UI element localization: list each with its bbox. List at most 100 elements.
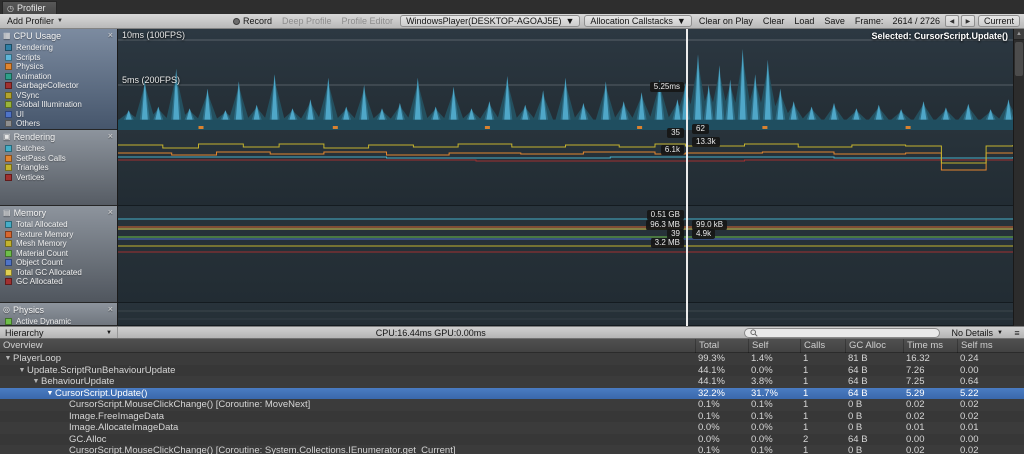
legend-item-triangles[interactable]: Triangles <box>5 163 115 173</box>
legend-label: Mesh Memory <box>16 239 67 249</box>
next-frame-button[interactable]: ▶ <box>960 15 975 27</box>
charts-scrollbar[interactable]: ▲ <box>1013 29 1024 326</box>
legend-item-active-dynamic[interactable]: Active Dynamic <box>5 317 115 326</box>
legend-item-others[interactable]: Others <box>5 119 115 129</box>
legend-item-setpass-calls[interactable]: SetPass Calls <box>5 154 115 164</box>
table-row[interactable]: Image.FreeImageData 0.1% 0.1% 1 0 B 0.02 0.02 <box>0 410 1024 423</box>
module-physics[interactable]: ◎ Physics × Active Dynamic <box>0 303 117 326</box>
module-title: Memory <box>13 207 47 218</box>
cell-calls: 1 <box>803 410 809 422</box>
table-row[interactable]: CursorScript.MouseClickChange() [Corouti… <box>0 399 1024 411</box>
table-row[interactable]: ▼ PlayerLoop 99.3% 1.4% 1 81 B 16.32 0.24 <box>0 353 1024 365</box>
search-input[interactable] <box>760 327 934 338</box>
table-row[interactable]: CursorScript.MouseClickChange() [Corouti… <box>0 445 1024 454</box>
table-row[interactable]: Image.AllocateImageData 0.0% 0.0% 1 0 B 0.01 0… <box>0 422 1024 434</box>
legend-swatch <box>5 110 12 118</box>
chart-value-pill: 13.3k <box>692 137 720 147</box>
close-icon[interactable]: × <box>108 132 113 141</box>
rendering-chart[interactable] <box>118 130 1013 206</box>
legend-item-object-count[interactable]: Object Count <box>5 258 115 268</box>
view-mode-dropdown[interactable]: Hierarchy ▼ <box>0 327 118 338</box>
clear-on-play-button[interactable]: Clear on Play <box>694 14 758 28</box>
legend-item-scripts[interactable]: Scripts <box>5 53 115 63</box>
table-row[interactable]: ▼ Update.ScriptRunBehaviourUpdate 44.1% 0.0… <box>0 364 1024 377</box>
current-frame-button[interactable]: Current <box>977 15 1020 27</box>
expander-icon[interactable]: ▼ <box>17 365 27 377</box>
chart-value-pill: 62 <box>692 124 709 134</box>
clear-button[interactable]: Clear <box>758 14 790 28</box>
allocation-callstacks-dropdown[interactable]: Allocation Callstacks ▼ <box>584 15 692 27</box>
add-profiler-dropdown[interactable]: Add Profiler ▼ <box>2 14 68 28</box>
close-icon[interactable]: × <box>108 208 113 217</box>
prev-frame-button[interactable]: ◀ <box>944 15 959 27</box>
selected-frame-line[interactable] <box>686 29 688 326</box>
legend-item-vsync[interactable]: VSync <box>5 91 115 101</box>
scrollbar-thumb[interactable] <box>1015 42 1023 76</box>
cell-calls: 1 <box>803 399 809 410</box>
charts-area[interactable]: 10ms (100FPS) 5ms (200FPS) Selected: Cur… <box>118 29 1024 326</box>
close-icon[interactable]: × <box>108 31 113 40</box>
legend-item-material-count[interactable]: Material Count <box>5 249 115 259</box>
module-rendering[interactable]: ▣ Rendering × Batches SetPass Calls Triangles… <box>0 130 117 206</box>
legend-item-physics[interactable]: Physics <box>5 62 115 72</box>
legend-item-texture-memory[interactable]: Texture Memory <box>5 230 115 240</box>
profile-editor-button[interactable]: Profile Editor <box>337 14 399 28</box>
legend-item-garbagecollector[interactable]: GarbageCollector <box>5 81 115 91</box>
legend-item-global-illumination[interactable]: Global Illumination <box>5 100 115 110</box>
legend-item-total-allocated[interactable]: Total Allocated <box>5 220 115 230</box>
legend-cpu: Rendering Scripts Physics Animation GarbageC… <box>0 42 117 129</box>
legend-item-animation[interactable]: Animation <box>5 72 115 82</box>
legend-item-total-gc-allocated[interactable]: Total GC Allocated <box>5 268 115 278</box>
cell-self-ms: 0.24 <box>960 353 979 364</box>
hierarchy-header-row[interactable]: Overview Total Self Calls GC Alloc Time ms Sel… <box>0 339 1024 353</box>
memory-chart[interactable] <box>118 206 1013 303</box>
table-row[interactable]: ▼ BehaviourUpdate 44.1% 3.8% 1 64 B 7.25 0.64 <box>0 376 1024 388</box>
cpu-usage-chart[interactable] <box>118 29 1013 130</box>
load-button[interactable]: Load <box>789 14 819 28</box>
legend-item-ui[interactable]: UI <box>5 110 115 120</box>
chart-value-pill: 6.1k <box>660 145 684 155</box>
row-name: Image.FreeImageData <box>0 411 695 423</box>
legend-item-mesh-memory[interactable]: Mesh Memory <box>5 239 115 249</box>
column-header-total[interactable]: Total <box>695 339 748 353</box>
column-header-gc-alloc[interactable]: GC Alloc <box>845 339 903 353</box>
module-memory[interactable]: ▤ Memory × Total Allocated Texture Memory Mes… <box>0 206 117 303</box>
column-header-overview[interactable]: Overview <box>0 339 695 353</box>
details-mode-dropdown[interactable]: No Details ▼ <box>945 327 1010 338</box>
expander-icon[interactable]: ▼ <box>45 388 55 400</box>
add-profiler-label: Add Profiler <box>7 16 55 26</box>
cell-gc-alloc: 64 B <box>848 433 868 445</box>
column-header-calls[interactable]: Calls <box>800 339 845 353</box>
legend-label: Active Dynamic <box>16 317 72 326</box>
search-box[interactable] <box>743 327 940 338</box>
panel-menu-icon[interactable]: ≡ <box>1010 328 1024 338</box>
legend-item-batches[interactable]: Batches <box>5 144 115 154</box>
expander-icon[interactable]: ▼ <box>31 376 41 388</box>
legend-item-rendering[interactable]: Rendering <box>5 43 115 53</box>
record-button[interactable]: Record <box>228 14 277 28</box>
target-player-dropdown[interactable]: WindowsPlayer(DESKTOP-AGOAJ5E) ▼ <box>400 15 581 27</box>
legend-item-gc-allocated[interactable]: GC Allocated <box>5 277 115 287</box>
legend-label: Texture Memory <box>16 229 74 239</box>
scroll-up-icon[interactable]: ▲ <box>1014 29 1024 40</box>
tab-profiler[interactable]: ◷ Profiler <box>2 1 57 14</box>
column-header-time-ms[interactable]: Time ms <box>903 339 957 353</box>
cell-time-ms: 7.26 <box>906 364 925 376</box>
close-icon[interactable]: × <box>108 305 113 314</box>
cell-total: 99.3% <box>698 353 725 364</box>
deep-profile-label: Deep Profile <box>282 16 332 26</box>
expander-icon[interactable]: ▼ <box>3 353 13 365</box>
table-row[interactable]: ▼ CursorScript.Update() 32.2% 31.7% 1 64 B 5.2… <box>0 387 1024 400</box>
module-cpu[interactable]: ▦ CPU Usage × Rendering Scripts Physics Animat… <box>0 29 117 130</box>
cell-total: 0.0% <box>698 422 720 433</box>
cell-self: 0.0% <box>751 364 773 376</box>
legend-item-vertices[interactable]: Vertices <box>5 173 115 183</box>
row-name-label: CursorScript.MouseClickChange() [Corouti… <box>69 399 311 410</box>
physics-chart[interactable] <box>118 303 1013 326</box>
table-row[interactable]: GC.Alloc 0.0% 0.0% 2 64 B 0.00 0.00 <box>0 433 1024 445</box>
save-button[interactable]: Save <box>819 14 850 28</box>
column-header-self-ms[interactable]: Self ms <box>957 339 1024 353</box>
column-header-self[interactable]: Self <box>748 339 800 353</box>
deep-profile-button[interactable]: Deep Profile <box>277 14 337 28</box>
